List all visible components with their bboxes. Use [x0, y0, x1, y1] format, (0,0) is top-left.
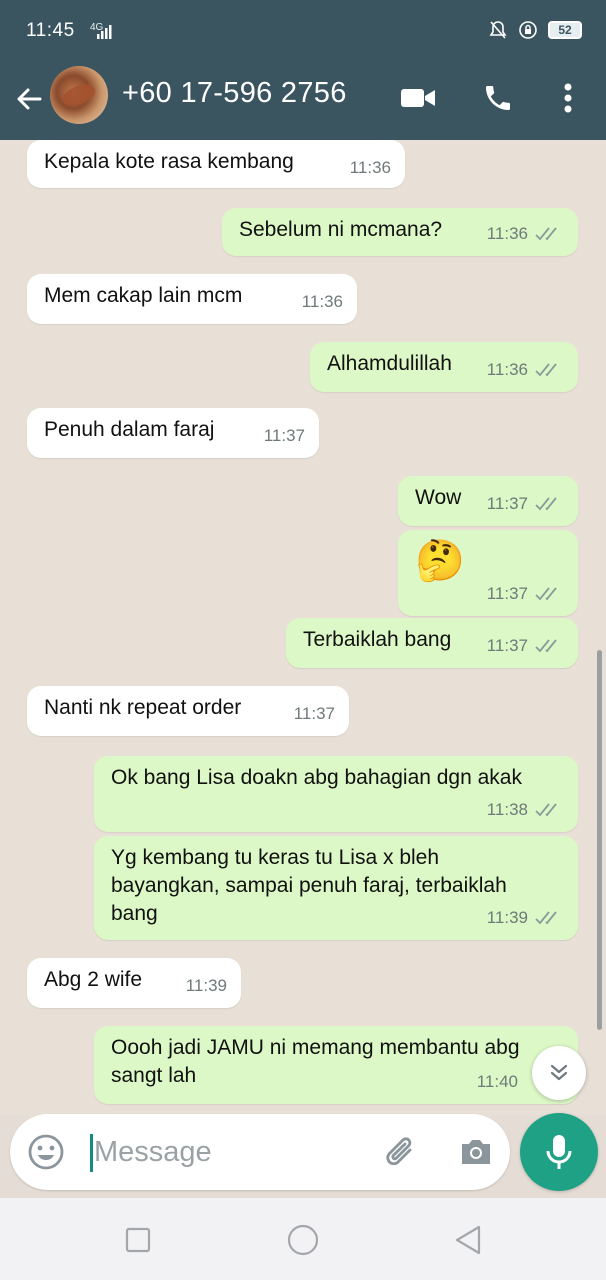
chat-header: +60 17-596 2756	[0, 58, 606, 140]
more-options-button[interactable]	[548, 80, 588, 116]
message-text: Terbaiklah bang	[303, 628, 452, 651]
message-outgoing[interactable]: Alhamdulillah 11:36	[310, 342, 578, 392]
message-incoming[interactable]: Penuh dalam faraj 11:37	[27, 408, 319, 458]
message-meta: 11:38	[487, 796, 564, 824]
more-options-icon	[564, 83, 572, 113]
message-text: Abg 2 wife	[44, 968, 143, 991]
message-input[interactable]: Message	[94, 1136, 212, 1169]
message-incoming[interactable]: Mem cakap lain mcm 11:36	[27, 274, 357, 324]
chat-messages[interactable]: Kepala kote rasa kembang 11:36 Sebelum n…	[0, 140, 606, 1115]
message-time: 11:39	[185, 976, 227, 995]
message-time: 11:37	[486, 584, 528, 603]
scroll-to-bottom-button[interactable]	[532, 1046, 586, 1100]
read-receipt-icon	[535, 227, 557, 241]
back-arrow-icon[interactable]	[10, 79, 50, 119]
message-text: Penuh dalam faraj	[44, 418, 215, 441]
message-text: Sebelum ni mcmana?	[239, 218, 443, 241]
home-icon[interactable]	[285, 1222, 321, 1258]
camera-icon[interactable]	[456, 1132, 496, 1172]
status-bar: 11:45 4G 52	[0, 0, 606, 58]
message-meta: 11:39	[186, 972, 227, 1000]
emoji-icon[interactable]	[26, 1132, 66, 1172]
message-outgoing[interactable]: Ok bang Lisa doakn abg bahagian dgn akak…	[94, 756, 578, 832]
scrollbar[interactable]	[597, 650, 602, 1030]
contact-name[interactable]: +60 17-596 2756	[122, 77, 347, 110]
message-text: Mem cakap lain mcm	[44, 284, 243, 307]
contact-avatar[interactable]	[50, 66, 108, 124]
message-time: 11:39	[486, 908, 528, 927]
message-meta: 11:37	[487, 632, 564, 660]
message-outgoing[interactable]: Terbaiklah bang 11:37	[286, 618, 578, 668]
battery-indicator: 52	[548, 21, 582, 39]
message-time: 11:36	[301, 292, 343, 311]
message-text: Wow	[415, 486, 462, 509]
message-outgoing[interactable]: Wow 11:37	[398, 476, 578, 526]
message-incoming[interactable]: Kepala kote rasa kembang 11:36	[27, 140, 405, 188]
message-meta: 11:37	[487, 490, 564, 518]
message-meta: 11:36	[487, 220, 564, 248]
voice-message-button[interactable]	[520, 1113, 598, 1191]
message-incoming[interactable]: Abg 2 wife 11:39	[27, 958, 241, 1008]
system-navigation-bar	[0, 1198, 606, 1280]
emoji-thinking-face: 🤔	[415, 539, 465, 583]
message-meta: 11:36	[350, 154, 391, 182]
message-meta: 11:40	[477, 1068, 518, 1096]
read-receipt-icon	[535, 587, 557, 601]
video-call-icon	[401, 89, 435, 107]
status-time: 11:45	[26, 20, 75, 41]
message-outgoing[interactable]: Oooh jadi JAMU ni memang membantu abg sa…	[94, 1026, 578, 1104]
message-text: Kepala kote rasa kembang	[44, 150, 294, 173]
message-time: 11:36	[486, 224, 528, 243]
message-time: 11:37	[293, 704, 335, 723]
message-text: Alhamdulillah	[327, 352, 452, 375]
vpn-lock-icon	[519, 21, 537, 39]
signal-icon	[97, 25, 112, 39]
message-time: 11:36	[349, 158, 391, 177]
message-time: 11:37	[486, 494, 528, 513]
read-receipt-icon	[535, 639, 557, 653]
message-outgoing-emoji[interactable]: 🤔 11:37	[398, 530, 578, 616]
message-time: 11:38	[486, 800, 528, 819]
video-call-button[interactable]	[398, 80, 438, 116]
read-receipt-icon	[535, 363, 557, 377]
message-meta: 11:39	[487, 904, 564, 932]
read-receipt-icon	[535, 803, 557, 817]
message-text: Ok bang Lisa doakn abg bahagian dgn akak	[111, 766, 522, 789]
message-incoming[interactable]: Nanti nk repeat order 11:37	[27, 686, 349, 736]
back-nav-icon[interactable]	[450, 1222, 486, 1258]
microphone-icon	[546, 1135, 572, 1169]
message-text: Yg kembang tu keras tu Lisa x bleh bayan…	[111, 846, 507, 925]
read-receipt-icon	[535, 911, 557, 925]
message-meta: 11:37	[264, 422, 305, 450]
message-meta: 11:37	[487, 580, 564, 608]
message-meta: 11:37	[294, 700, 335, 728]
voice-call-button[interactable]	[478, 80, 518, 116]
voice-call-icon	[486, 86, 510, 110]
message-time: 11:40	[476, 1072, 518, 1091]
message-time: 11:36	[486, 360, 528, 379]
status-icons: 52	[488, 20, 582, 40]
message-meta: 11:36	[302, 288, 343, 316]
message-time: 11:37	[486, 636, 528, 655]
attachment-icon[interactable]	[382, 1132, 422, 1172]
recent-apps-icon[interactable]	[120, 1222, 156, 1258]
message-composer: Message	[10, 1114, 510, 1190]
message-time: 11:37	[263, 426, 305, 445]
message-outgoing[interactable]: Yg kembang tu keras tu Lisa x bleh bayan…	[94, 836, 578, 940]
message-meta: 11:36	[487, 356, 564, 384]
read-receipt-icon	[535, 497, 557, 511]
mute-notifications-icon	[489, 21, 507, 39]
text-caret	[90, 1134, 93, 1172]
message-text: Nanti nk repeat order	[44, 696, 242, 719]
message-outgoing[interactable]: Sebelum ni mcmana? 11:36	[222, 208, 578, 256]
double-chevron-down-icon	[550, 1064, 568, 1081]
